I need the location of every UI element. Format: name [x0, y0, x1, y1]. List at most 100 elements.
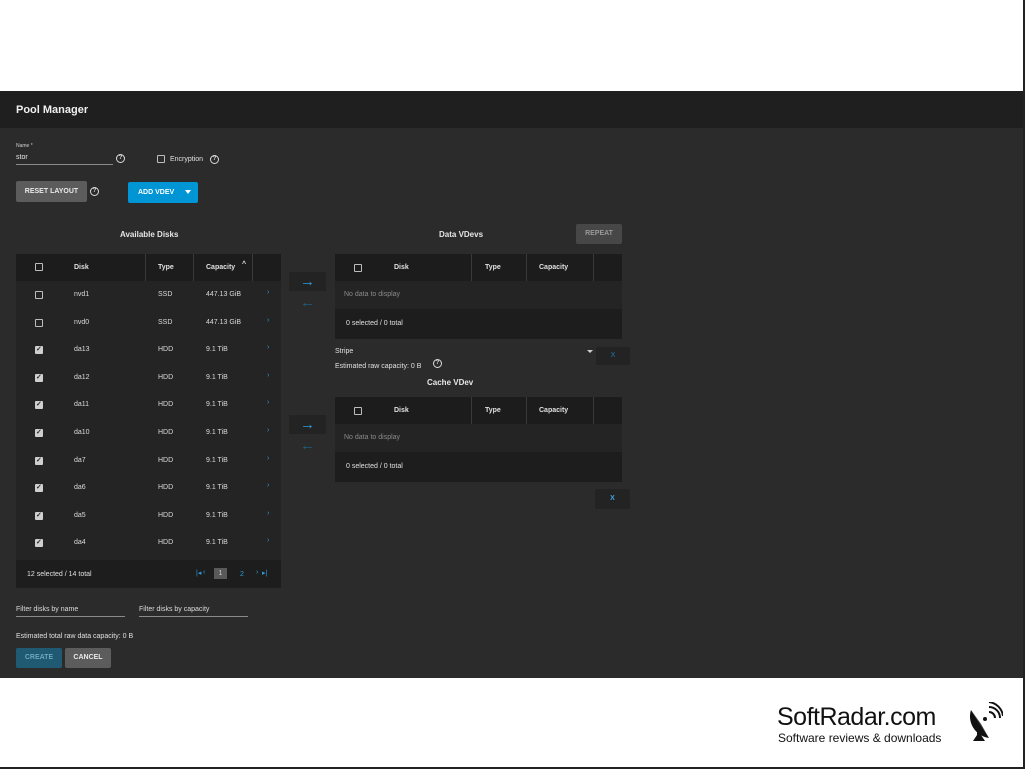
satellite-dish-icon: [969, 702, 1003, 741]
chevron-right-icon[interactable]: ›: [267, 455, 269, 462]
estimated-raw-capacity: Estimated raw capacity: 0 B: [335, 363, 422, 370]
caret-down-icon[interactable]: [185, 190, 191, 194]
selection-count: 0 selected / 0 total: [346, 463, 403, 470]
name-field[interactable]: stor: [16, 154, 28, 161]
table-row[interactable]: da4 HDD 9.1 TiB ›: [16, 529, 281, 556]
repeat-button[interactable]: REPEAT: [576, 224, 622, 244]
column-divider: [252, 254, 253, 281]
name-field-underline: [16, 164, 113, 165]
sort-ascending-icon[interactable]: ^: [242, 261, 246, 268]
table-row[interactable]: da6 HDD 9.1 TiB ›: [16, 474, 281, 501]
disk-capacity: 9.1 TiB: [206, 484, 228, 492]
estimated-total-capacity: Estimated total raw data capacity: 0 B: [16, 633, 134, 640]
move-to-data-button[interactable]: →: [289, 272, 326, 291]
vdev-layout-select[interactable]: Stripe: [335, 348, 353, 355]
remove-data-vdev-button[interactable]: X: [596, 347, 630, 365]
chevron-right-icon[interactable]: ›: [267, 427, 269, 434]
select-all-checkbox[interactable]: [354, 407, 362, 415]
table-row[interactable]: da5 HDD 9.1 TiB ›: [16, 502, 281, 529]
column-divider: [471, 397, 472, 424]
filter-by-name-input[interactable]: Filter disks by name: [16, 606, 78, 613]
page-2-button[interactable]: 2: [240, 571, 244, 578]
chevron-right-icon[interactable]: ›: [267, 289, 269, 296]
chevron-right-icon[interactable]: ›: [267, 344, 269, 351]
disk-type: HDD: [158, 511, 174, 519]
disk-name: da12: [74, 373, 90, 381]
chevron-right-icon[interactable]: ›: [267, 372, 269, 379]
data-vdevs-footer: 0 selected / 0 total: [335, 309, 622, 339]
row-checkbox[interactable]: [35, 538, 43, 548]
capacity-help-icon[interactable]: ?: [433, 359, 442, 368]
page-1-button[interactable]: 1: [214, 568, 227, 579]
table-row[interactable]: da10 HDD 9.1 TiB ›: [16, 419, 281, 446]
row-checkbox[interactable]: [35, 373, 43, 382]
chevron-right-icon[interactable]: ›: [267, 537, 269, 544]
available-disks-table: Disk Type Capacity ^ nvd1 SSD 447.13 GiB › n…: [16, 254, 281, 588]
table-row[interactable]: nvd0 SSD 447.13 GiB ›: [16, 309, 281, 336]
move-to-cache-button[interactable]: →: [289, 415, 326, 434]
table-row[interactable]: da12 HDD 9.1 TiB ›: [16, 364, 281, 391]
disk-capacity: 447.13 GiB: [206, 291, 242, 298]
col-capacity[interactable]: Capacity: [206, 264, 235, 271]
filter-capacity-underline: [139, 616, 248, 617]
row-checkbox[interactable]: [35, 345, 43, 355]
chevron-right-icon[interactable]: ›: [267, 399, 269, 406]
watermark-tagline: Software reviews & downloads: [778, 731, 942, 745]
last-page-icon[interactable]: ▸|: [262, 569, 267, 577]
row-checkbox[interactable]: [35, 318, 43, 327]
disk-type: HDD: [158, 539, 174, 547]
first-page-icon[interactable]: |◂: [196, 569, 201, 577]
disk-type: HDD: [158, 401, 174, 409]
disk-capacity: 9.1 TiB: [206, 539, 228, 547]
arrow-right-icon: →: [300, 273, 315, 290]
column-divider: [526, 397, 527, 424]
data-vdevs-title: Data VDevs: [439, 230, 484, 239]
create-button[interactable]: CREATE: [16, 648, 62, 668]
row-checkbox[interactable]: [35, 291, 43, 299]
disk-name: nvd0: [74, 318, 90, 326]
title-bar: Pool Manager: [0, 91, 1023, 128]
row-checkbox[interactable]: [35, 400, 43, 410]
disk-type: HDD: [158, 456, 174, 464]
select-all-checkbox[interactable]: [354, 264, 362, 272]
table-row[interactable]: da13 HDD 9.1 TiB ›: [16, 336, 281, 363]
row-checkbox[interactable]: [35, 483, 43, 493]
chevron-right-icon[interactable]: ›: [267, 482, 269, 489]
cancel-button[interactable]: CANCEL: [65, 648, 111, 668]
disk-capacity: 9.1 TiB: [206, 456, 228, 464]
arrow-left-icon[interactable]: ←: [300, 438, 315, 453]
col-disk[interactable]: Disk: [74, 264, 89, 271]
col-disk[interactable]: Disk: [394, 407, 409, 414]
chevron-right-icon[interactable]: ›: [267, 510, 269, 517]
row-checkbox[interactable]: [35, 456, 43, 465]
disk-type: SSD: [158, 318, 173, 326]
table-row[interactable]: nvd1 SSD 447.13 GiB ›: [16, 281, 281, 308]
disk-name: da6: [74, 484, 86, 492]
disk-type: SSD: [158, 291, 173, 298]
col-capacity[interactable]: Capacity: [539, 407, 568, 414]
prev-page-icon[interactable]: ‹: [203, 569, 205, 576]
col-type[interactable]: Type: [485, 407, 501, 414]
col-capacity[interactable]: Capacity: [539, 264, 568, 271]
arrow-left-icon[interactable]: ←: [300, 295, 315, 310]
filter-by-capacity-input[interactable]: Filter disks by capacity: [139, 606, 209, 613]
col-type[interactable]: Type: [485, 264, 501, 271]
column-divider: [526, 254, 527, 281]
table-row[interactable]: da11 HDD 9.1 TiB ›: [16, 391, 281, 418]
col-disk[interactable]: Disk: [394, 264, 409, 271]
table-row[interactable]: da7 HDD 9.1 TiB ›: [16, 447, 281, 474]
reset-layout-help-icon[interactable]: ?: [90, 187, 99, 196]
reset-layout-button[interactable]: RESET LAYOUT: [16, 181, 87, 202]
encryption-checkbox[interactable]: [157, 155, 165, 163]
row-checkbox[interactable]: [35, 511, 43, 520]
select-all-checkbox[interactable]: [35, 263, 43, 271]
encryption-help-icon[interactable]: ?: [210, 155, 219, 164]
page-title: Pool Manager: [16, 104, 89, 116]
row-checkbox[interactable]: [35, 428, 43, 437]
name-help-icon[interactable]: ?: [116, 154, 125, 163]
chevron-right-icon[interactable]: ›: [267, 317, 269, 324]
next-page-icon[interactable]: ›: [256, 569, 258, 576]
remove-cache-vdev-button[interactable]: X: [595, 489, 630, 509]
col-type[interactable]: Type: [158, 264, 174, 271]
caret-down-icon[interactable]: [587, 350, 593, 353]
